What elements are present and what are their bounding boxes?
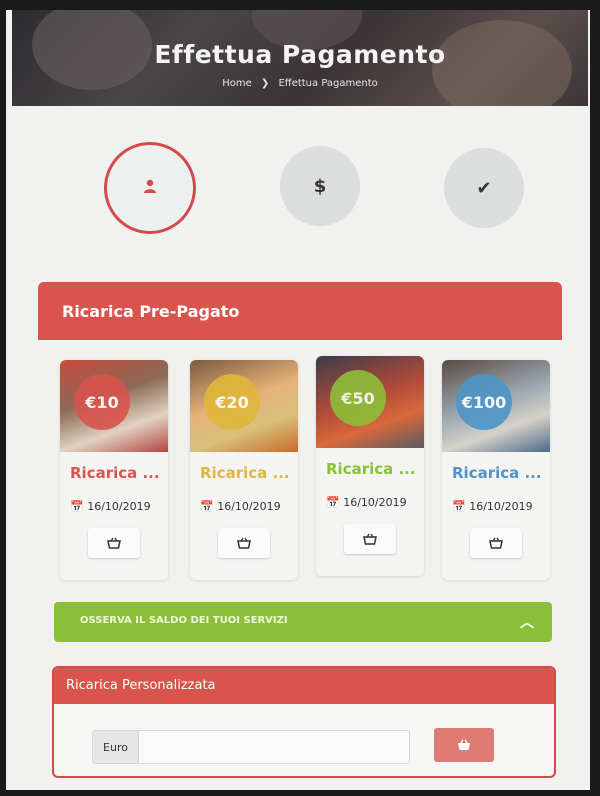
step-confirm[interactable]: ✔ xyxy=(444,148,524,228)
card-date: 📅 16/10/2019 xyxy=(200,500,281,513)
calendar-icon: 📅 xyxy=(200,500,214,513)
card-title[interactable]: Ricarica ... xyxy=(326,460,416,478)
basket-icon xyxy=(457,736,471,755)
breadcrumb-current: Effettua Pagamento xyxy=(278,78,378,89)
basket-icon xyxy=(237,534,251,553)
step-user[interactable] xyxy=(104,142,196,234)
amount-input[interactable] xyxy=(139,731,409,763)
basket-icon xyxy=(489,534,503,553)
custom-recharge-header: Ricarica Personalizzata xyxy=(54,668,554,704)
balance-label: Osserva il saldo dei tuoi servizi xyxy=(80,615,288,626)
calendar-icon: 📅 xyxy=(452,500,466,513)
recharge-card-50[interactable]: €50 Ricarica ... 📅 16/10/2019 xyxy=(316,356,424,576)
add-to-cart-button[interactable] xyxy=(218,528,270,558)
check-icon: ✔ xyxy=(476,177,492,199)
add-to-cart-button[interactable] xyxy=(88,528,140,558)
price-badge: €10 xyxy=(74,374,130,430)
balance-accordion-toggle[interactable]: Osserva il saldo dei tuoi servizi ︿ xyxy=(54,602,552,642)
step-payment[interactable]: $ xyxy=(280,146,360,226)
basket-icon xyxy=(107,534,121,553)
page-title: Effettua Pagamento xyxy=(154,40,446,69)
basket-icon xyxy=(363,530,377,549)
price-badge: €50 xyxy=(330,370,386,426)
recharge-card-20[interactable]: €20 Ricarica ... 📅 16/10/2019 xyxy=(190,360,298,580)
breadcrumb-separator: ❯ xyxy=(260,78,270,89)
section-header-prepaid: Ricarica Pre-Pagato xyxy=(38,282,562,340)
recharge-card-100[interactable]: €100 Ricarica ... 📅 16/10/2019 xyxy=(442,360,550,580)
card-image: €50 xyxy=(316,356,424,448)
dollar-icon: $ xyxy=(313,175,327,197)
add-to-cart-button[interactable] xyxy=(344,524,396,554)
recharge-card-10[interactable]: €10 Ricarica ... 📅 16/10/2019 xyxy=(60,360,168,580)
add-to-cart-button[interactable] xyxy=(470,528,522,558)
price-badge: €20 xyxy=(204,374,260,430)
calendar-icon: 📅 xyxy=(326,496,340,509)
euro-input-group: Euro xyxy=(92,730,410,764)
card-image: €20 xyxy=(190,360,298,452)
card-image: €100 xyxy=(442,360,550,452)
card-title[interactable]: Ricarica ... xyxy=(70,464,160,482)
custom-recharge-title: Ricarica Personalizzata xyxy=(66,678,216,693)
card-date: 📅 16/10/2019 xyxy=(326,496,407,509)
card-date: 📅 16/10/2019 xyxy=(70,500,151,513)
card-title[interactable]: Ricarica ... xyxy=(200,464,290,482)
breadcrumb-home-link[interactable]: Home xyxy=(222,78,252,89)
breadcrumb: Home ❯ Effettua Pagamento xyxy=(12,78,588,89)
screen: Effettua Pagamento Home ❯ Effettua Pagam… xyxy=(6,10,590,790)
card-image: €10 xyxy=(60,360,168,452)
card-date: 📅 16/10/2019 xyxy=(452,500,533,513)
section-title: Ricarica Pre-Pagato xyxy=(62,302,240,321)
user-icon xyxy=(142,178,158,199)
calendar-icon: 📅 xyxy=(70,500,84,513)
chevron-up-icon: ︿ xyxy=(520,615,534,631)
card-title[interactable]: Ricarica ... xyxy=(452,464,542,482)
euro-addon: Euro xyxy=(93,731,139,763)
price-badge: €100 xyxy=(456,374,512,430)
custom-recharge-panel: Ricarica Personalizzata Euro xyxy=(52,666,556,778)
hero-banner: Effettua Pagamento Home ❯ Effettua Pagam… xyxy=(12,10,588,106)
custom-recharge-cart-button[interactable] xyxy=(434,728,494,762)
